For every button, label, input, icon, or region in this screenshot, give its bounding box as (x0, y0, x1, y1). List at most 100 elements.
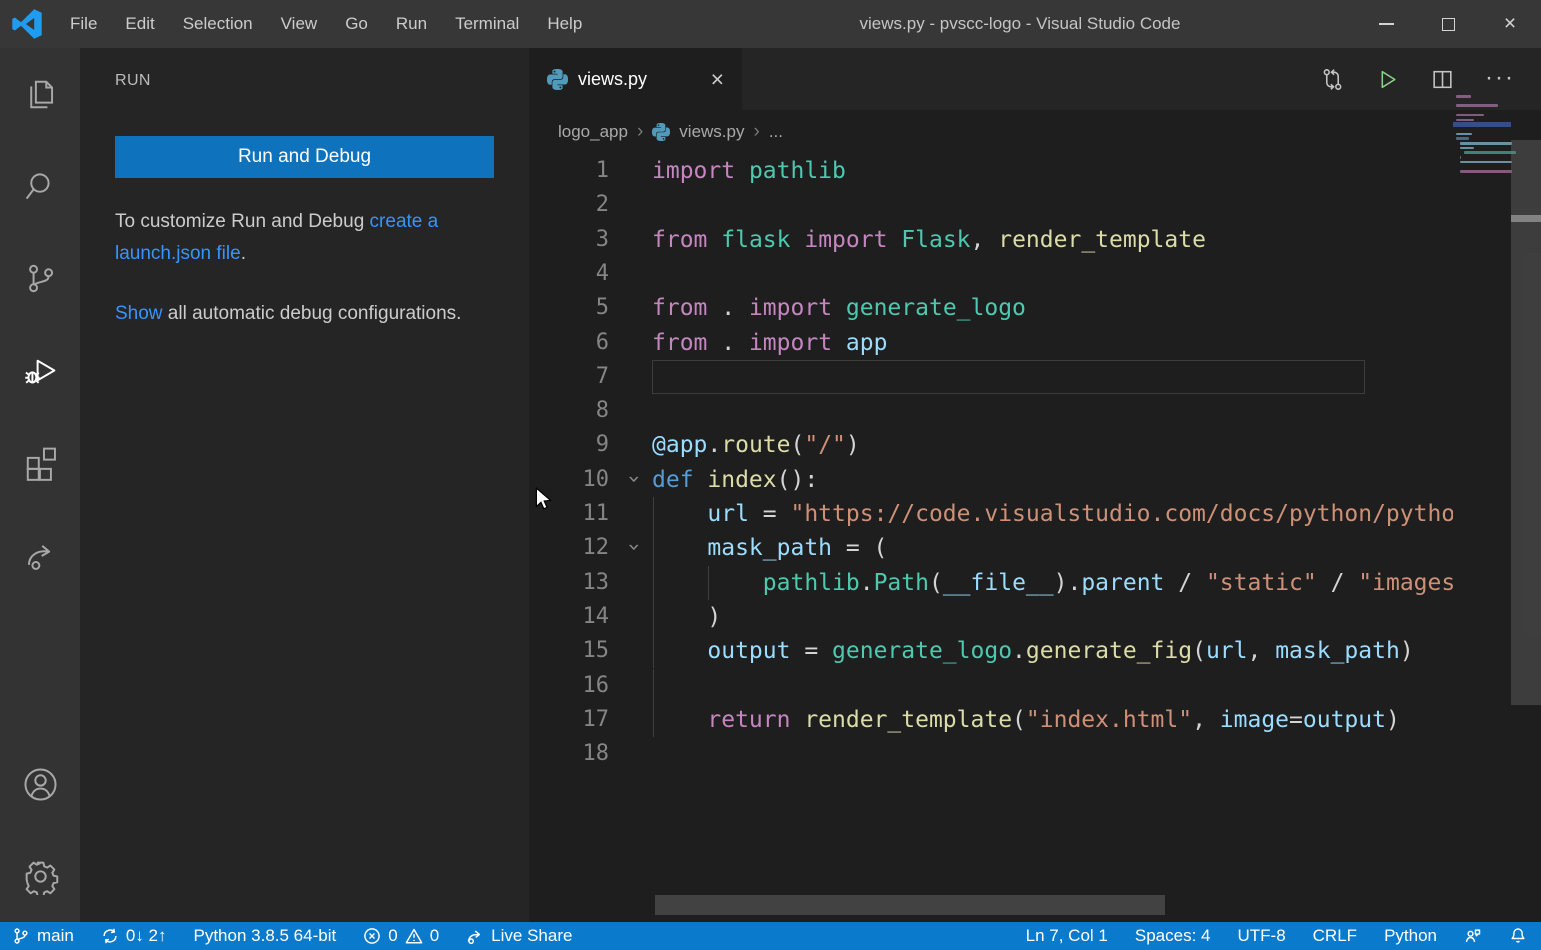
code-line[interactable]: from . import app (652, 326, 887, 360)
sidebar-item-extensions[interactable] (0, 416, 80, 508)
menu-selection[interactable]: Selection (169, 0, 267, 48)
code-token: url (707, 501, 749, 527)
code-token: ) (846, 432, 860, 458)
maximize-button[interactable] (1417, 0, 1479, 48)
minimap-line (1460, 142, 1512, 145)
minimap-line (1456, 133, 1472, 136)
customize-text: To customize Run and Debug (115, 211, 370, 232)
code-token: url (1206, 638, 1248, 664)
code-token: , (1247, 638, 1275, 664)
show-configs-hint: Show all automatic debug configurations. (115, 298, 497, 330)
status-item-python[interactable]: Python (1384, 926, 1437, 946)
minimap-line (1456, 137, 1469, 140)
code-token: flask (721, 227, 804, 253)
status-item-bell[interactable] (1509, 927, 1527, 945)
code-token: image (1220, 707, 1289, 733)
status-item-crlf[interactable]: CRLF (1313, 926, 1357, 946)
status-item-error-circle[interactable]: 00 (363, 926, 439, 946)
status-item-spaces-4[interactable]: Spaces: 4 (1135, 926, 1211, 946)
account-button[interactable] (0, 738, 80, 830)
code-line[interactable]: from . import generate_logo (652, 291, 1026, 325)
python-file-icon (652, 123, 670, 141)
status-item-sync[interactable]: 0↓ 2↑ (101, 926, 167, 946)
run-and-debug-icon (22, 352, 59, 389)
code-token: parent (1081, 570, 1164, 596)
code-token: generate_logo (846, 295, 1026, 321)
horizontal-scrollbar[interactable] (655, 895, 1165, 915)
code-token: Path (874, 570, 929, 596)
menu-view[interactable]: View (267, 0, 332, 48)
open-changes-button[interactable] (1320, 67, 1345, 92)
settings-button[interactable] (0, 830, 80, 922)
code-token: output (1303, 707, 1386, 733)
code-token: ) (1400, 638, 1414, 664)
minimap[interactable] (1453, 95, 1511, 215)
status-item-git-branch[interactable]: main (12, 926, 74, 946)
code-token: (): (777, 467, 819, 493)
status-item-live-share[interactable]: Live Share (466, 926, 572, 946)
sidebar-item-explorer[interactable] (0, 48, 80, 140)
code-line[interactable]: return render_template("index.html", ima… (652, 703, 1400, 737)
menu-edit[interactable]: Edit (111, 0, 168, 48)
status-item-python-3-8-5-64-bit[interactable]: Python 3.8.5 64-bit (194, 926, 337, 946)
menu-go[interactable]: Go (331, 0, 382, 48)
code-token: mask_path (707, 535, 832, 561)
split-editor-icon (1430, 67, 1455, 92)
tab-bar: views.py × (529, 48, 1541, 110)
code-token (652, 570, 763, 596)
vscode-window: FileEditSelectionViewGoRunTerminalHelp v… (0, 0, 1541, 950)
code-editor[interactable]: 123456789101112131415161718›› import pat… (529, 154, 1541, 922)
menu-terminal[interactable]: Terminal (441, 0, 533, 48)
sidebar-item-search[interactable] (0, 140, 80, 232)
menu-bar: FileEditSelectionViewGoRunTerminalHelp (56, 0, 596, 48)
code-line[interactable]: pathlib.Path(__file__).parent / "static"… (652, 566, 1453, 600)
show-configurations-link[interactable]: Show (115, 303, 163, 324)
code-token: import (804, 227, 901, 253)
code-line[interactable]: url = "https://code.visualstudio.com/doc… (652, 497, 1453, 531)
code-token: = (749, 501, 791, 527)
chevron-right-icon: › (637, 121, 643, 143)
minimap-line (1460, 147, 1474, 150)
open-changes-icon (1320, 67, 1345, 92)
code-line[interactable]: mask_path = ( (652, 531, 887, 565)
tab-close-icon[interactable]: × (707, 66, 728, 93)
close-button[interactable]: × (1479, 0, 1541, 48)
run-file-button[interactable] (1375, 67, 1400, 92)
menu-run[interactable]: Run (382, 0, 441, 48)
code-line[interactable]: import pathlib (652, 154, 846, 188)
sidebar-item-source-control[interactable] (0, 232, 80, 324)
code-line[interactable]: from flask import Flask, render_template (652, 223, 1206, 257)
scrollbar-thumb[interactable] (1511, 140, 1541, 705)
code-token: ). (1054, 570, 1082, 596)
minimap-line (1456, 119, 1474, 122)
breadcrumb-symbol[interactable]: ... (769, 122, 783, 142)
menu-file[interactable]: File (56, 0, 111, 48)
tab-views-py[interactable]: views.py × (529, 48, 742, 110)
menu-help[interactable]: Help (533, 0, 596, 48)
sidebar-item-run-and-debug[interactable] (0, 324, 80, 416)
split-editor-button[interactable] (1430, 67, 1455, 92)
python-file-icon (547, 69, 568, 90)
chevron-right-icon: › (753, 121, 759, 143)
minimap-line (1460, 156, 1461, 159)
code-token: import (749, 330, 846, 356)
sidebar-item-live-share[interactable] (0, 508, 80, 600)
code-token: "https://code.visualstudio.com/docs/pyth… (790, 501, 1453, 527)
status-item-utf-8[interactable]: UTF-8 (1237, 926, 1285, 946)
status-item-ln-7-col-1[interactable]: Ln 7, Col 1 (1026, 926, 1108, 946)
code-line[interactable]: ) (652, 600, 721, 634)
code-token: . (860, 570, 874, 596)
breadcrumb-folder[interactable]: logo_app (558, 122, 628, 142)
breadcrumb-file[interactable]: views.py (679, 122, 744, 142)
code-token: "images (1358, 570, 1453, 596)
show-configs-text: all automatic debug configurations. (163, 303, 462, 324)
status-item-feedback[interactable] (1464, 927, 1482, 945)
code-line[interactable]: @app.route("/") (652, 428, 860, 462)
editor-group: views.py × (529, 48, 1541, 922)
code-line[interactable]: output = generate_logo.generate_fig(url,… (652, 634, 1414, 668)
run-and-debug-button[interactable]: Run and Debug (115, 136, 494, 178)
code-token: . (721, 330, 749, 356)
code-line[interactable]: def index(): (652, 463, 818, 497)
code-token: "index.html" (1026, 707, 1192, 733)
vertical-scrollbar[interactable] (1511, 48, 1541, 922)
